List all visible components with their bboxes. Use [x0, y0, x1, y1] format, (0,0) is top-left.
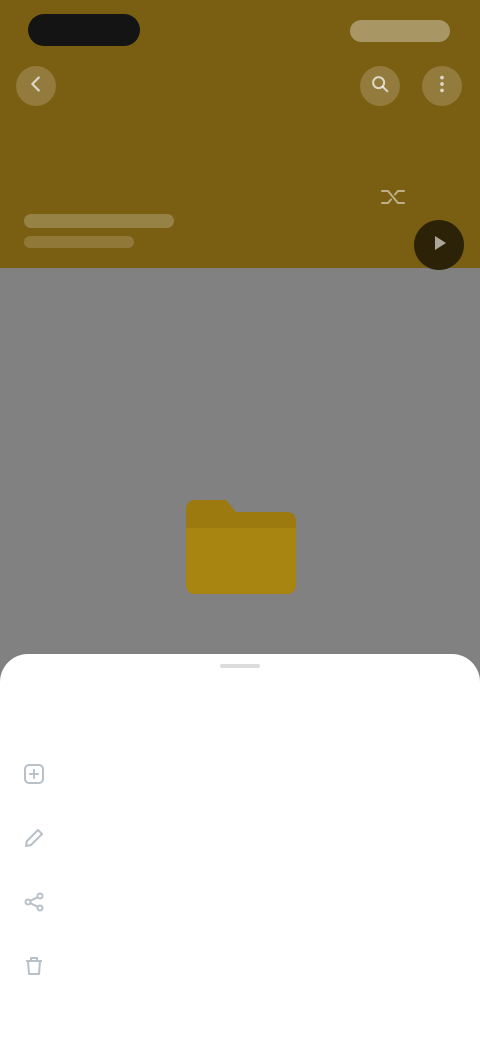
playlist-title: [24, 236, 134, 248]
play-icon: [429, 233, 449, 258]
playlist-subtitle: [24, 214, 174, 228]
search-button[interactable]: [360, 66, 400, 106]
options-bottom-sheet: [0, 654, 480, 1040]
back-icon: [25, 73, 47, 100]
share-icon: [22, 890, 46, 914]
status-icons: [350, 20, 450, 42]
sheet-item[interactable]: [0, 938, 480, 994]
playlist-header: [0, 0, 480, 270]
sheet-item[interactable]: [0, 810, 480, 866]
edit-icon: [22, 826, 46, 850]
sheet-handle[interactable]: [220, 664, 260, 668]
shuffle-icon[interactable]: [378, 182, 408, 212]
back-button[interactable]: [16, 66, 56, 106]
delete-icon: [22, 954, 46, 978]
add-icon: [22, 762, 46, 786]
more-button[interactable]: [422, 66, 462, 106]
sheet-item[interactable]: [0, 874, 480, 930]
play-button[interactable]: [414, 220, 464, 270]
sheet-item[interactable]: [0, 746, 480, 802]
search-icon: [369, 73, 391, 100]
status-time: [28, 14, 140, 46]
folder-icon: [176, 488, 306, 604]
more-icon: [431, 73, 453, 100]
